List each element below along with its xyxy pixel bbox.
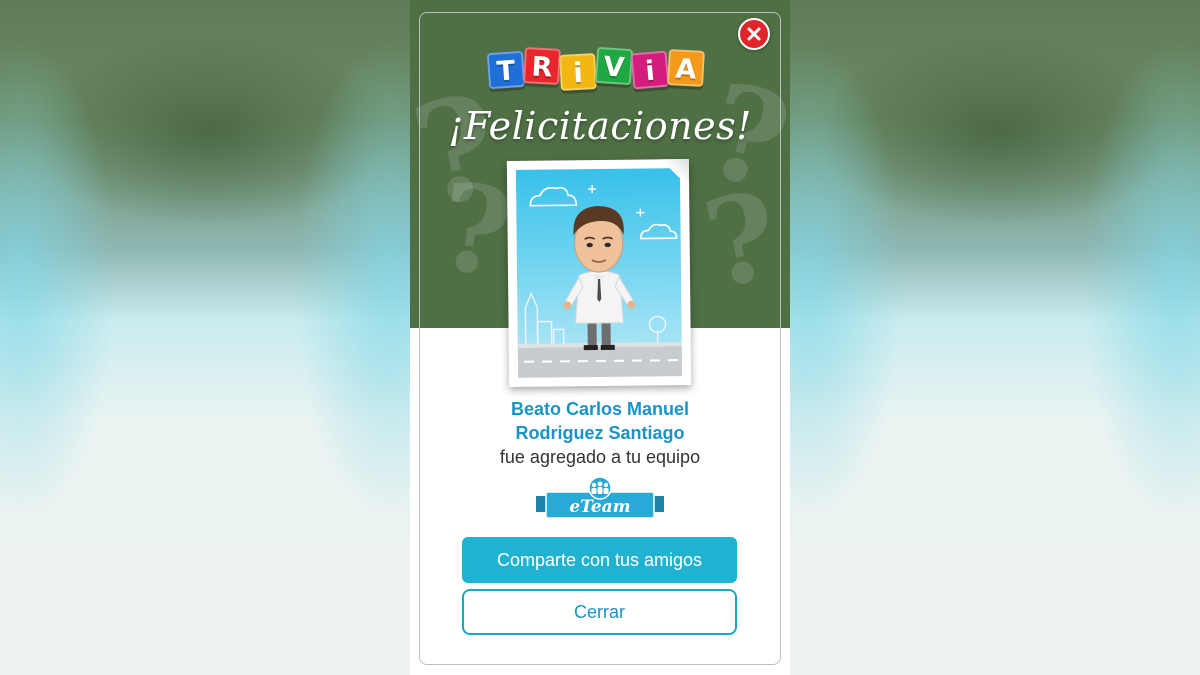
eteam-badge-label: eTeam bbox=[569, 497, 631, 517]
logo-letter-i: i bbox=[630, 50, 670, 90]
logo-letter-v: V bbox=[594, 46, 634, 86]
added-to-team-message: fue agregado a tu equipo bbox=[499, 447, 701, 467]
character-sticker bbox=[506, 159, 692, 387]
eteam-badge: eTeam bbox=[534, 476, 666, 524]
close-button[interactable]: Cerrar bbox=[462, 589, 737, 635]
logo-letter-a: A bbox=[667, 49, 705, 87]
close-icon bbox=[747, 27, 761, 41]
character-name-line1: Beato Carlos Manuel bbox=[510, 399, 690, 419]
trivia-logo: T R i V i A bbox=[486, 44, 712, 92]
logo-letter-r: R bbox=[523, 47, 561, 85]
character-name-line2: Rodriguez Santiago bbox=[515, 423, 685, 443]
logo-letter-i: i bbox=[559, 53, 597, 91]
blurred-background-right bbox=[788, 0, 1200, 675]
logo-letter-t: T bbox=[486, 50, 526, 90]
congratulations-heading: ¡Felicitaciones! bbox=[448, 104, 752, 148]
sticker-page-curl bbox=[660, 159, 690, 188]
blurred-background-left bbox=[0, 0, 412, 675]
close-dialog-button[interactable] bbox=[738, 18, 770, 50]
character-illustration bbox=[515, 168, 683, 378]
character-name: Beato Carlos Manuel Rodriguez Santiago bbox=[410, 397, 790, 445]
share-with-friends-button[interactable]: Comparte con tus amigos bbox=[462, 537, 737, 583]
congrats-dialog-screen: ? ? ? ? T R i V i A ¡Felicitaciones! Bea… bbox=[410, 0, 790, 675]
